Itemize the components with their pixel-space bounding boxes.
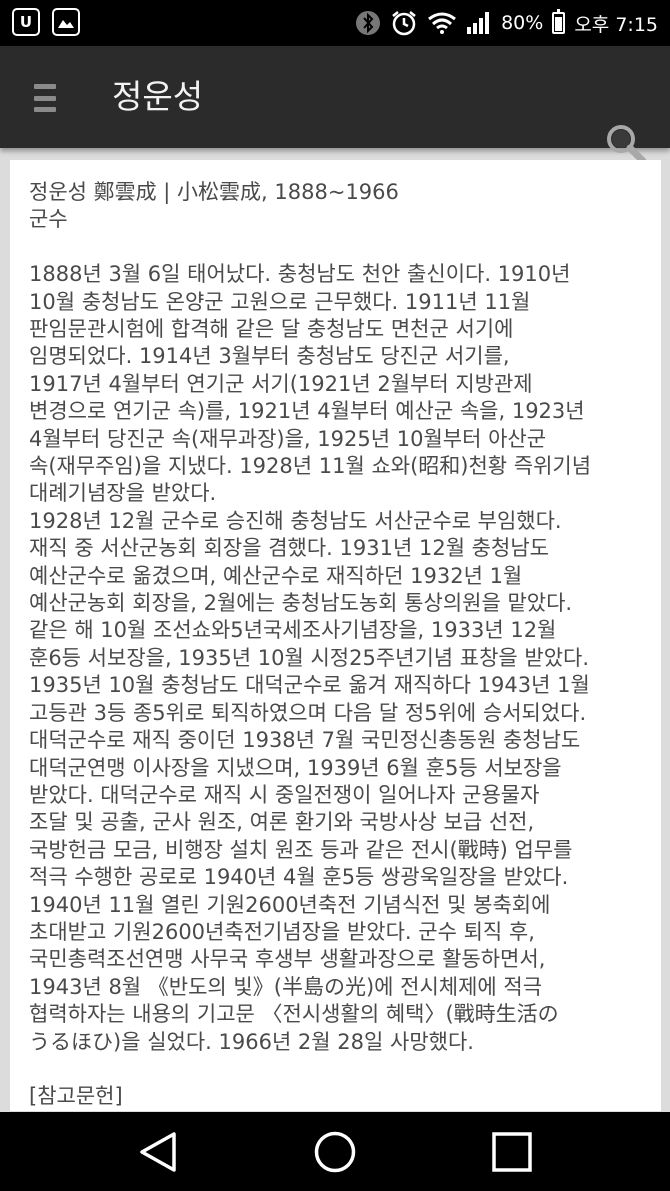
- article-line: 1940년 11월 열린 기원2600년축전 기념식전 및 봉축회에: [29, 892, 551, 917]
- status-left-icons: U: [12, 8, 80, 36]
- article-line: 초대받고 기원2600년축전기념장을 받았다. 군수 퇴직 후,: [29, 919, 535, 944]
- article-line: 1888년 3월 6일 태어났다. 충청남도 천안 출신이다. 1910년: [29, 262, 571, 287]
- home-icon[interactable]: [295, 1112, 375, 1191]
- recents-icon[interactable]: [472, 1112, 552, 1191]
- references-label: [참고문헌]: [29, 1084, 123, 1109]
- app-bar: 정운성: [0, 46, 670, 165]
- article-card: 정운성 鄭雲成 | 小松雲成, 1888~1966 군수 1888년 3월 6일…: [10, 160, 661, 1111]
- article-line: 국방헌금 모금, 비행장 설치 원조 등과 같은 전시(戰時) 업무를: [29, 837, 573, 862]
- article-line: うるほひ)을 실었다. 1966년 2월 28일 사망했다.: [29, 1029, 474, 1054]
- status-right-icons: 80% 오후 7:15: [355, 0, 658, 46]
- article-line: 판임문관시험에 합격해 같은 달 충청남도 면천군 서기에: [29, 317, 514, 342]
- article-line: 조달 및 공출, 군사 원조, 여론 환기와 국방사상 보급 선전,: [29, 810, 535, 835]
- article-line: 국민총력조선연맹 사무국 후생부 생활과장으로 활동하면서,: [29, 947, 546, 972]
- article-line: 적극 수행한 공로로 1940년 4월 훈5등 쌍광욱일장을 받았다.: [29, 865, 569, 890]
- battery-percent: 80%: [501, 12, 544, 34]
- article-body: 정운성 鄭雲成 | 小松雲成, 1888~1966 군수 1888년 3월 6일…: [10, 160, 650, 1111]
- article-line: 1943년 8월 《반도의 빛》(半島の光)에 전시체제에 적극: [29, 974, 543, 999]
- article-header-name: 정운성 鄭雲成 | 小松雲成, 1888~1966: [29, 180, 399, 204]
- article-line: 협력하자는 내용의 기고문 〈전시생활의 혜택〉(戰時生活の: [29, 1002, 559, 1027]
- wifi-icon: [427, 11, 457, 35]
- article-line: 1917년 4월부터 연기군 서기(1921년 2월부터 지방관제: [29, 371, 533, 396]
- article-line: 대례기념장을 받았다.: [29, 481, 217, 506]
- article-line: 대덕군수로 재직 중이던 1938년 7월 국민정신총동원 충청남도: [29, 728, 581, 753]
- article-line: 4월부터 당진군 속(재무과장)을, 1925년 10월부터 아산군: [29, 426, 547, 451]
- signal-icon: [466, 11, 492, 35]
- u-plus-icon: U: [12, 8, 40, 36]
- article-line: 받았다. 대덕군수로 재직 시 중일전쟁이 일어나자 군용물자: [29, 782, 540, 807]
- back-icon[interactable]: [118, 1112, 198, 1191]
- article-line: 예산군수로 옮겼으며, 예산군수로 재직하던 1932년 1월: [29, 563, 523, 588]
- bluetooth-icon: [355, 10, 381, 36]
- alarm-icon: [390, 9, 418, 37]
- article-line: 변경으로 연기군 속)를, 1921년 4월부터 예산군 속을, 1923년: [29, 399, 585, 424]
- article-line: 속(재무주임)을 지냈다. 1928년 11월 쇼와(昭和)천황 즉위기념: [29, 454, 592, 479]
- battery-icon: [552, 9, 566, 34]
- article-line: 같은 해 10월 조선쇼와5년국세조사기념장을, 1933년 12월: [29, 618, 557, 643]
- article-line: 임명되었다. 1914년 3월부터 충청남도 당진군 서기를,: [29, 344, 510, 369]
- article-line: 1928년 12월 군수로 승진해 충청남도 서산군수로 부임했다.: [29, 508, 562, 533]
- status-bar: U 80% 오후 7:15: [0, 0, 670, 46]
- menu-icon[interactable]: [34, 84, 56, 112]
- status-time: 오후 7:15: [574, 13, 658, 36]
- navigation-bar: [0, 1112, 670, 1191]
- article-text: 1888년 3월 6일 태어났다. 충청남도 천안 출신이다. 1910년 10월…: [29, 261, 650, 1056]
- article-header-role: 군수: [29, 207, 68, 232]
- article-line: 재직 중 서산군농회 회장을 겸했다. 1931년 12월 충청남도: [29, 536, 549, 561]
- article-line: 10월 충청남도 온양군 고원으로 근무했다. 1911년 11월: [29, 289, 531, 314]
- article-line: 대덕군연맹 이사장을 지냈으며, 1939년 6월 훈5등 서보장을: [29, 755, 562, 780]
- image-icon: [52, 8, 80, 36]
- article-line: 고등관 3등 종5위로 퇴직하였으며 다음 달 정5위에 승서되었다.: [29, 700, 587, 725]
- article-line: 훈6등 서보장을, 1935년 10월 시정25주년기념 표창을 받았다.: [29, 645, 590, 670]
- article-line: 예산군농회 회장을, 2월에는 충청남도농회 통상의원을 맡았다.: [29, 591, 573, 616]
- article-line: 1935년 10월 충청남도 대덕군수로 옮겨 재직하다 1943년 1월: [29, 673, 590, 698]
- page-title: 정운성: [112, 77, 204, 116]
